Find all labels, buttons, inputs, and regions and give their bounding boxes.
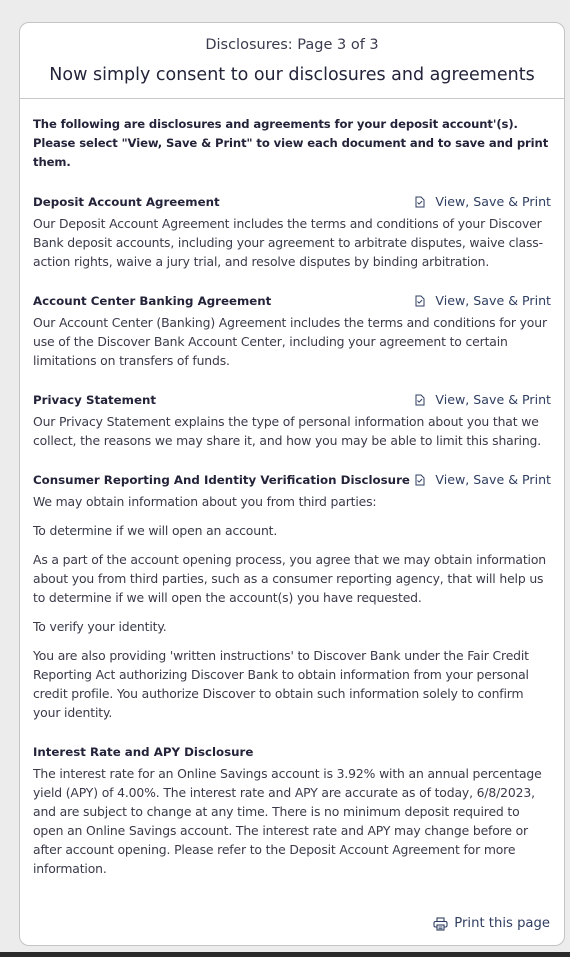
document-icon xyxy=(415,394,425,405)
section-header: Deposit Account Agreement View, Save & P… xyxy=(33,192,551,211)
print-page-link[interactable]: Print this page xyxy=(433,916,550,931)
section-title: Consumer Reporting And Identity Verifica… xyxy=(33,472,410,487)
view-save-print-label: View, Save & Print xyxy=(435,194,551,209)
printer-icon xyxy=(433,916,448,931)
view-save-print-link[interactable]: View, Save & Print xyxy=(415,392,551,407)
section-paragraph: To determine if we will open an account. xyxy=(33,523,278,538)
section-account-center-banking-agreement: Account Center Banking Agreement View, S… xyxy=(33,291,551,370)
section-paragraph: Our Account Center (Banking) Agreement i… xyxy=(33,315,547,368)
section-header: Consumer Reporting And Identity Verifica… xyxy=(33,470,551,489)
document-icon xyxy=(415,196,425,207)
print-page-label: Print this page xyxy=(454,916,550,931)
section-header: Account Center Banking Agreement View, S… xyxy=(33,291,551,310)
section-privacy-statement: Privacy Statement View, Save & Print Our… xyxy=(33,390,551,450)
document-icon xyxy=(415,474,425,485)
section-paragraph: As a part of the account opening process… xyxy=(33,552,546,605)
section-title: Privacy Statement xyxy=(33,392,157,407)
section-paragraph: The interest rate for an Online Savings … xyxy=(33,766,542,876)
section-paragraph: You are also providing 'written instruct… xyxy=(33,648,529,720)
section-title: Account Center Banking Agreement xyxy=(33,293,272,308)
view-save-print-link[interactable]: View, Save & Print xyxy=(415,293,551,308)
section-deposit-account-agreement: Deposit Account Agreement View, Save & P… xyxy=(33,192,551,271)
view-save-print-label: View, Save & Print xyxy=(435,392,551,407)
section-paragraph: To verify your identity. xyxy=(33,619,167,634)
section-paragraph: Our Privacy Statement explains the type … xyxy=(33,414,542,448)
section-paragraph: Our Deposit Account Agreement includes t… xyxy=(33,216,543,269)
view-save-print-label: View, Save & Print xyxy=(435,293,551,308)
section-interest-rate-apy-disclosure: Interest Rate and APY Disclosure The int… xyxy=(33,742,551,878)
section-title: Deposit Account Agreement xyxy=(33,194,220,209)
section-paragraph: We may obtain information about you from… xyxy=(33,494,377,509)
view-save-print-label: View, Save & Print xyxy=(435,472,551,487)
section-consumer-reporting-disclosure: Consumer Reporting And Identity Verifica… xyxy=(33,470,551,722)
document-icon xyxy=(415,295,425,306)
card-body: The following are disclosures and agreem… xyxy=(20,99,564,878)
section-header: Interest Rate and APY Disclosure xyxy=(33,742,551,761)
view-save-print-link[interactable]: View, Save & Print xyxy=(415,194,551,209)
page-indicator: Disclosures: Page 3 of 3 xyxy=(205,37,379,53)
section-header: Privacy Statement View, Save & Print xyxy=(33,390,551,409)
card-header: Disclosures: Page 3 of 3 Now simply cons… xyxy=(20,23,564,99)
page-heading: Now simply consent to our disclosures an… xyxy=(49,65,535,85)
bottom-bar xyxy=(0,952,570,957)
intro-text: The following are disclosures and agreem… xyxy=(33,117,549,169)
view-save-print-link[interactable]: View, Save & Print xyxy=(415,472,551,487)
disclosures-card: Disclosures: Page 3 of 3 Now simply cons… xyxy=(19,22,565,946)
section-title: Interest Rate and APY Disclosure xyxy=(33,744,254,759)
